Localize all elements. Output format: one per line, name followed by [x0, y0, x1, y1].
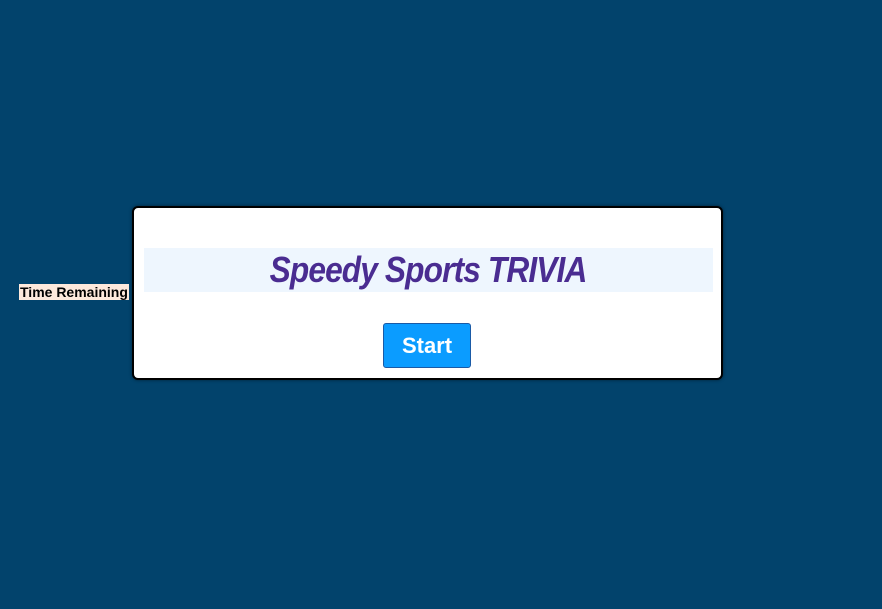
- game-title: Speedy Sports TRIVIA: [270, 249, 588, 290]
- time-remaining-label: Time Remaining: [19, 284, 129, 300]
- trivia-card: Speedy Sports TRIVIA Start: [132, 206, 723, 380]
- title-banner: Speedy Sports TRIVIA: [144, 248, 713, 292]
- start-button[interactable]: Start: [383, 323, 471, 368]
- page: { "timer": { "label": "Time Remaining" }…: [0, 0, 882, 609]
